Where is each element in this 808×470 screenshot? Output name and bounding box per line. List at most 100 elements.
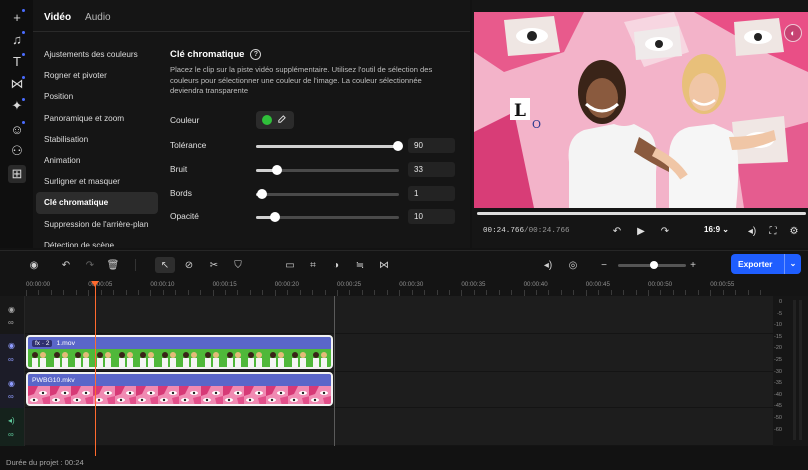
add-media-icon[interactable]: + xyxy=(8,8,26,26)
ruler-tick xyxy=(411,290,413,295)
eyedropper-icon[interactable] xyxy=(277,114,286,126)
crop-icon[interactable]: ⌗ xyxy=(305,257,321,273)
new-badge-dot xyxy=(22,53,25,56)
settings-gear-icon[interactable]: ⚙ xyxy=(787,224,801,238)
color-swatch[interactable] xyxy=(262,115,272,125)
thumbnail xyxy=(222,386,245,404)
slider-track[interactable] xyxy=(256,165,399,175)
play-icon[interactable]: ▶ xyxy=(634,224,648,238)
menu-item-8[interactable]: Suppression de l'arrière-plan xyxy=(36,214,158,235)
zoom-out-icon[interactable]: − xyxy=(596,257,612,273)
speaker-icon[interactable]: ◂) xyxy=(8,416,15,425)
menu-item-0[interactable]: Ajustements des couleurs xyxy=(36,44,158,65)
clip-1-mov[interactable]: fx · 2 1.mov xyxy=(26,335,333,369)
ruler-tick xyxy=(759,290,761,295)
slider-value-input[interactable]: 90 xyxy=(408,138,455,153)
text-icon[interactable]: T xyxy=(8,52,26,70)
delete-icon[interactable]: 🗑 xyxy=(105,257,121,273)
track-row-audio xyxy=(25,408,773,446)
thumbnail xyxy=(266,386,288,404)
toolbar-divider xyxy=(135,259,136,271)
fullscreen-icon[interactable]: ⛶ xyxy=(766,224,780,238)
thumbnail xyxy=(157,349,180,367)
menu-item-6[interactable]: Surligner et masquer xyxy=(36,171,158,192)
templates-icon[interactable]: ⚇ xyxy=(8,142,26,160)
ruler-tick-label: 00:00:30 xyxy=(399,281,424,288)
visibility-eye-icon[interactable]: ◉ xyxy=(8,379,15,388)
settings-menu: Ajustements des couleurs Rogner et pivote… xyxy=(36,44,158,247)
clip-pwbg10-mkv[interactable]: PWBG10.mkv xyxy=(26,372,333,406)
color-adjust-icon[interactable]: ◑ xyxy=(328,257,344,273)
snap-icon[interactable]: ◎ xyxy=(565,257,581,273)
visibility-eye-icon[interactable]: ◉ xyxy=(8,341,15,350)
fullscreen-preview-button[interactable]: ◐ xyxy=(784,24,802,42)
link-icon[interactable]: ∞ xyxy=(8,355,14,364)
timeline-ruler[interactable]: 00:00:00 00:00:05 00:00:10 00:00:15 00:00:20… xyxy=(0,278,808,296)
playhead[interactable] xyxy=(95,281,96,458)
zoom-slider[interactable] xyxy=(618,261,686,269)
slider-track[interactable] xyxy=(256,141,403,151)
track-header-video-2: ◉ ∞ xyxy=(0,372,25,408)
ruler-tick xyxy=(548,290,550,295)
vu-scale-label: -40 xyxy=(774,391,782,398)
slider-knob[interactable] xyxy=(392,141,403,151)
link-icon[interactable]: ∞ xyxy=(8,430,14,439)
tab-audio[interactable]: Audio xyxy=(85,12,111,23)
menu-item-9[interactable]: Détection de scène xyxy=(36,235,158,247)
project-duration: Durée du projet : 00:24 xyxy=(0,456,808,470)
slider-label: Tolérance xyxy=(170,140,207,150)
tools-icon[interactable]: ⊞ xyxy=(8,165,26,183)
slider-value-input[interactable]: 33 xyxy=(408,162,455,177)
help-icon[interactable]: ? xyxy=(250,49,262,60)
adjust-icon[interactable]: ≒ xyxy=(352,257,368,273)
redo-icon[interactable]: ↷ xyxy=(82,257,98,273)
stickers-icon[interactable]: ☺ xyxy=(8,120,26,138)
audio-detach-icon[interactable]: ◂) xyxy=(540,257,556,273)
thumbnail xyxy=(71,349,93,367)
transition-icon[interactable]: ⋈ xyxy=(376,257,392,273)
slider-value-input[interactable]: 1 xyxy=(408,186,455,201)
crop-frame-icon[interactable]: ▭ xyxy=(282,257,298,273)
slider-track[interactable] xyxy=(256,189,399,199)
slider-knob[interactable] xyxy=(272,165,283,175)
music-icon[interactable]: ♫ xyxy=(8,30,26,48)
slider-knob[interactable] xyxy=(256,189,267,199)
tab-video[interactable]: Vidéo xyxy=(44,12,71,23)
slider-knob[interactable] xyxy=(269,212,280,222)
volume-icon[interactable]: ◂) xyxy=(745,224,759,238)
menu-item-3[interactable]: Panoramique et zoom xyxy=(36,108,158,129)
menu-item-1[interactable]: Rogner et pivoter xyxy=(36,65,158,86)
undo-frame-icon[interactable]: ↶ xyxy=(610,224,624,238)
export-dropdown-icon[interactable]: ⌄ xyxy=(784,254,801,274)
select-tool-icon[interactable]: ↖ xyxy=(155,257,175,273)
split-icon[interactable]: ✂ xyxy=(206,257,222,273)
clip-header: PWBG10.mkv xyxy=(28,374,331,386)
undo-icon[interactable]: ↶ xyxy=(58,257,74,273)
transitions-icon[interactable]: ⋈ xyxy=(8,75,26,93)
menu-item-7[interactable]: Clé chromatique xyxy=(36,192,158,214)
marker-icon[interactable]: ⛉ xyxy=(230,257,246,273)
link-icon[interactable]: ∞ xyxy=(8,392,14,401)
export-button[interactable]: Exporter ⌄ xyxy=(731,254,801,274)
preview-progress-bar[interactable] xyxy=(477,212,806,215)
zoom-in-icon[interactable]: + xyxy=(685,257,701,273)
effects-icon[interactable]: ✦ xyxy=(8,97,26,115)
record-icon[interactable]: ◉ xyxy=(26,257,42,273)
playhead-handle[interactable] xyxy=(91,281,99,287)
video-preview[interactable]: L O ◐ xyxy=(474,12,808,208)
new-badge-dot xyxy=(22,121,25,124)
menu-item-5[interactable]: Animation xyxy=(36,150,158,171)
link-icon[interactable]: ∞ xyxy=(8,318,14,327)
clip-header: fx · 2 1.mov xyxy=(28,337,331,349)
menu-item-4[interactable]: Stabilisation xyxy=(36,129,158,150)
disable-icon[interactable]: ⊘ xyxy=(181,257,197,273)
menu-item-2[interactable]: Position xyxy=(36,86,158,107)
color-picker[interactable] xyxy=(256,111,294,129)
slider-track[interactable] xyxy=(256,212,399,222)
visibility-eye-icon[interactable]: ◉ xyxy=(8,305,15,314)
slider-value-input[interactable]: 10 xyxy=(408,209,455,224)
thumbnail xyxy=(114,349,137,367)
redo-frame-icon[interactable]: ↷ xyxy=(658,224,672,238)
aspect-ratio-select[interactable]: 16:9 ⌄ xyxy=(704,225,729,234)
zoom-knob[interactable] xyxy=(650,261,659,269)
